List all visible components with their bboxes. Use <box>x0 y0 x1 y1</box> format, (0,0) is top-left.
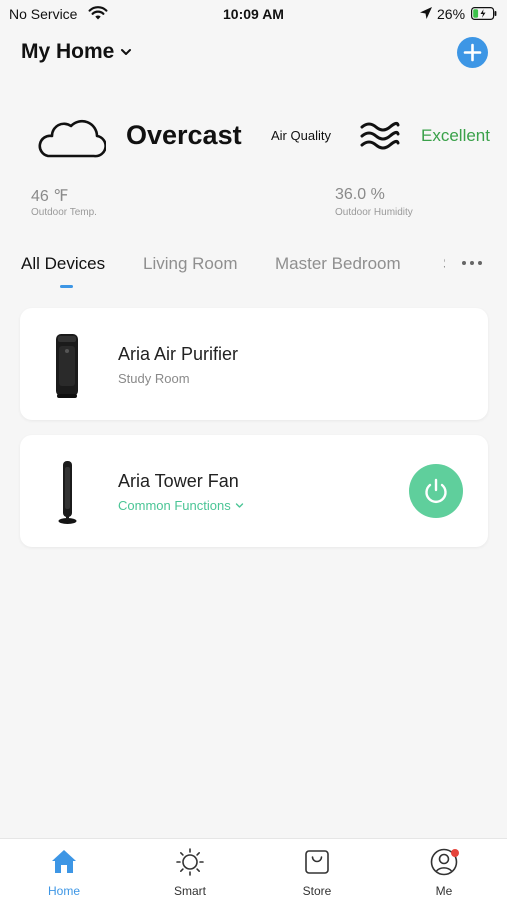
nav-smart-label: Smart <box>173 884 206 898</box>
air-quality-label: Air Quality <box>271 128 331 143</box>
outdoor-humidity-label: Outdoor Humidity <box>335 207 413 218</box>
cloud-icon <box>38 119 106 158</box>
nav-home[interactable]: Home <box>19 839 109 900</box>
home-name: My Home <box>21 40 115 63</box>
outdoor-humidity-value: 36.0 % <box>335 186 385 203</box>
notification-badge <box>451 849 459 857</box>
room-tabs: All Devices Living Room Master Bedroom S <box>21 254 445 278</box>
plus-icon <box>463 43 482 62</box>
nav-store[interactable]: Store <box>272 839 362 900</box>
device-room: Study Room <box>118 371 190 386</box>
tab-study-room[interactable]: S <box>443 254 445 274</box>
tower-fan-image <box>58 461 77 524</box>
device-name: Aria Tower Fan <box>118 471 239 491</box>
device-card-tower-fan[interactable]: Aria Tower Fan Common Functions <box>20 435 488 547</box>
nav-store-label: Store <box>302 884 332 898</box>
air-purifier-image <box>56 334 78 398</box>
tab-master-bedroom[interactable]: Master Bedroom <box>275 254 401 274</box>
nav-smart[interactable]: Smart <box>145 839 235 900</box>
weather-condition: Overcast <box>126 120 242 150</box>
nav-home-label: Home <box>47 884 80 898</box>
outdoor-temp-label: Outdoor Temp. <box>31 207 97 218</box>
common-functions-label: Common Functions <box>118 498 231 513</box>
air-waves-icon <box>360 121 400 150</box>
power-icon <box>425 478 447 503</box>
device-name: Aria Air Purifier <box>118 344 239 364</box>
more-icon[interactable] <box>459 253 487 273</box>
tab-living-room[interactable]: Living Room <box>143 254 238 274</box>
nav-me[interactable]: Me <box>399 839 489 900</box>
status-bar: No Service 10:09 AM 26% <box>0 0 507 30</box>
home-selector[interactable]: My Home <box>21 40 132 64</box>
wifi-icon <box>88 6 108 20</box>
tab-all-devices[interactable]: All Devices <box>21 254 105 274</box>
add-device-button[interactable] <box>457 37 488 68</box>
active-tab-indicator <box>60 285 73 288</box>
device-card-air-purifier[interactable]: Aria Air Purifier Study Room <box>20 308 488 420</box>
air-quality-value: Excellent <box>421 126 490 145</box>
nav-me-label: Me <box>435 884 453 898</box>
battery-icon <box>471 7 497 20</box>
shopping-bag-icon <box>305 850 329 874</box>
common-functions-toggle[interactable]: Common Functions <box>118 498 244 513</box>
location-arrow-icon <box>420 7 432 19</box>
chevron-down-icon <box>121 49 132 55</box>
power-button[interactable] <box>409 464 463 518</box>
bottom-tab-bar: Home Smart Store Me <box>0 838 507 900</box>
app-screen: No Service 10:09 AM 26% My Home Overcast… <box>0 0 507 900</box>
sun-icon <box>176 848 204 876</box>
chevron-down-icon <box>235 503 243 508</box>
battery-percent: 26% <box>437 6 466 22</box>
home-icon <box>52 850 76 873</box>
outdoor-temp-value: 46 ℉ <box>31 188 69 205</box>
carrier-label: No Service <box>9 6 78 22</box>
